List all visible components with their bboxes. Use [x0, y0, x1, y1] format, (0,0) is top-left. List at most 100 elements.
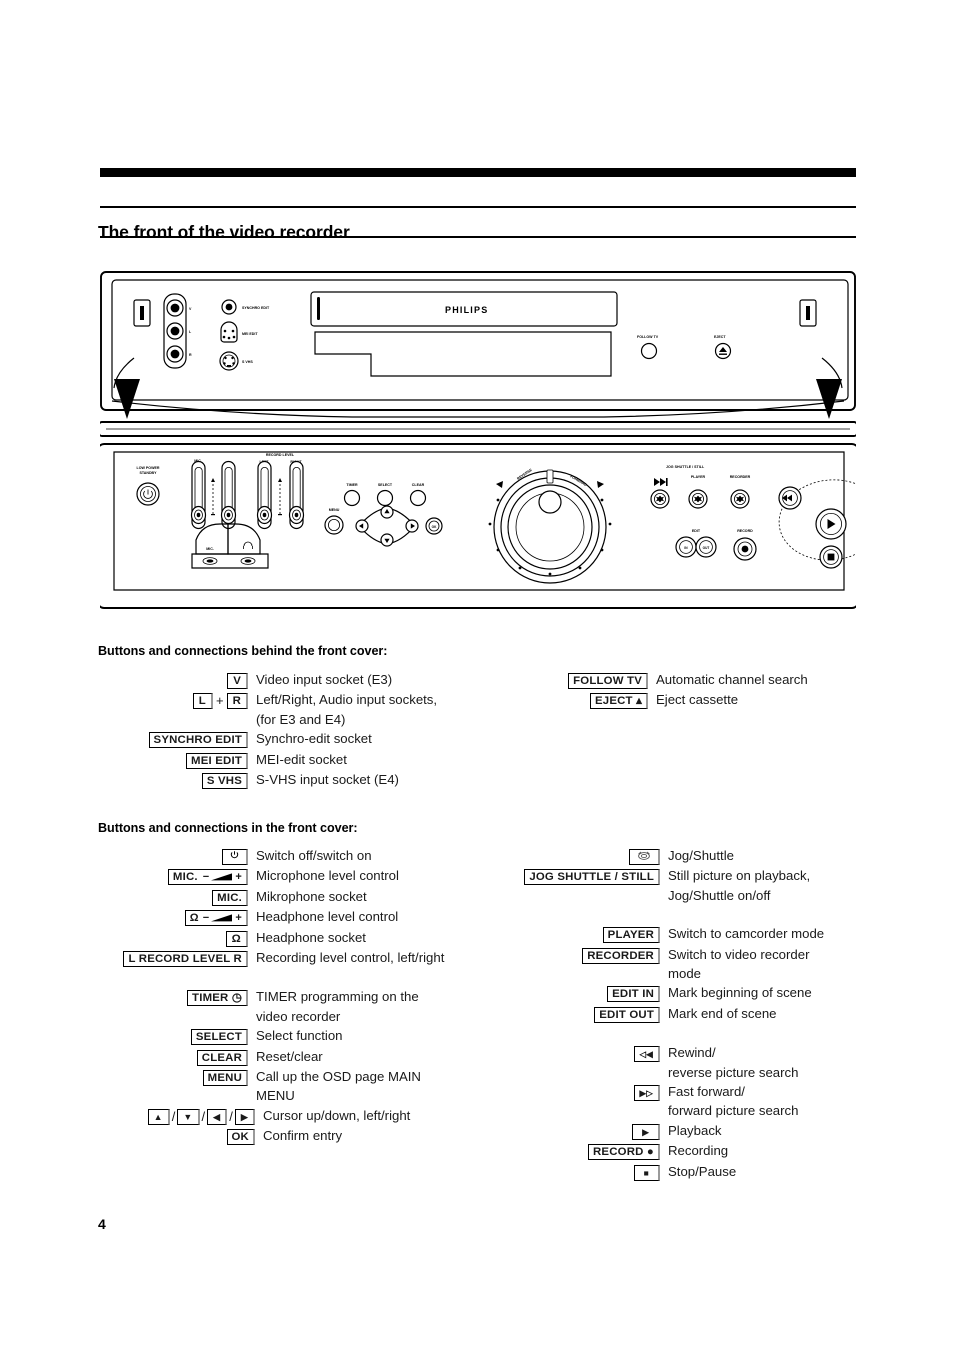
legend-row: MENU Call up the OSD page MAIN MENU — [90, 1067, 500, 1106]
svg-text:MENU: MENU — [329, 508, 340, 512]
legend-key: CLEAR — [90, 1047, 248, 1067]
cap-headphone-socket[interactable]: Ω — [225, 930, 248, 947]
legend-desc: Mark beginning of scene — [668, 985, 812, 1001]
legend-row: ▲ / ▼ / ◀ / ▶ Cursor up/down, left/right — [90, 1106, 500, 1126]
legend-key: MIC. − + — [90, 866, 248, 886]
headphone-icon: Ω — [189, 912, 199, 925]
jog-shuttle-icon[interactable] — [629, 849, 660, 865]
diagram-bottom-unit: LOW POWER STANDBY MIC. — [100, 443, 856, 609]
legend-key: OK — [90, 1126, 255, 1146]
cap-jog-shuttle-still[interactable]: JOG SHUTTLE / STILL — [524, 869, 660, 886]
legend-key: ■ — [500, 1162, 660, 1182]
legend-key: ◁◀ — [500, 1043, 660, 1063]
legend-key: EDIT OUT — [500, 1004, 660, 1024]
legend-key: SELECT — [90, 1026, 248, 1046]
cap-cursor-left[interactable]: ◀ — [207, 1108, 228, 1125]
svg-text:RECORDER: RECORDER — [730, 475, 751, 479]
legend-behind-right: FOLLOW TV Automatic channel search EJECT… — [540, 670, 900, 711]
cap-clear[interactable]: CLEAR — [196, 1049, 248, 1066]
cap-record-level[interactable]: L RECORD LEVEL R — [123, 951, 248, 968]
legend-row: OK Confirm entry — [90, 1126, 500, 1146]
cap-fast-forward[interactable]: ▶▷ — [633, 1085, 660, 1102]
diagram-function-buttons: TIMER SELECT CLEAR — [343, 483, 427, 507]
diagram-edit-record: EDIT IN OUT RECORD — [675, 529, 757, 561]
section-heading-behind: Buttons and connections behind the front… — [98, 644, 388, 659]
svg-text:RECORD LEVEL: RECORD LEVEL — [266, 453, 295, 457]
svg-text:TIMER: TIMER — [346, 483, 358, 487]
legend-desc: Headphone socket — [256, 929, 366, 945]
legend-row: CLEAR Reset/clear — [90, 1047, 500, 1067]
legend-key: TIMER ◷ — [90, 987, 248, 1007]
cap-separator: + — [215, 693, 224, 709]
legend-desc: Headphone level control — [256, 909, 399, 925]
cap-mic-level[interactable]: MIC. − + — [167, 869, 248, 886]
cap-synchro-edit[interactable]: SYNCHRO EDIT — [148, 732, 248, 749]
cap-l[interactable]: L — [192, 693, 213, 710]
cap-cursor-up[interactable]: ▲ — [147, 1108, 170, 1125]
diagram-jog-dial: REVERSE FORWARD — [488, 468, 612, 584]
svg-text:SELECT: SELECT — [378, 483, 393, 487]
plus-sign: + — [235, 912, 242, 925]
legend-key: EDIT IN — [500, 983, 660, 1003]
legend-desc: Confirm entry — [263, 1128, 343, 1144]
legend-key: MENU — [90, 1067, 248, 1087]
legend-row: Switch off/switch on — [90, 846, 500, 866]
section-heading-in: Buttons and connections in the front cov… — [98, 821, 358, 836]
legend-row: ▶▷ Fast forward/ forward picture search — [500, 1082, 900, 1121]
cap-eject[interactable]: EJECT ▴ — [590, 693, 648, 710]
diagram-sliders: MIC. — [190, 453, 305, 530]
power-icon[interactable] — [222, 849, 248, 865]
legend-key: RECORD ● — [500, 1141, 660, 1161]
diagram-top-unit: V L R SYNCHRO EDIT MEI EDIT S VHS PHILIP… — [100, 271, 856, 418]
legend-key: EJECT ▴ — [540, 690, 648, 710]
svg-text:MIC.: MIC. — [206, 547, 214, 551]
cap-player[interactable]: PLAYER — [602, 927, 660, 944]
legend-row: MEI EDIT MEI-edit socket — [98, 750, 498, 770]
cap-ok[interactable]: OK — [226, 1129, 255, 1146]
cap-headphone-level[interactable]: Ω − + — [184, 910, 248, 927]
cap-timer[interactable]: TIMER ◷ — [187, 990, 248, 1007]
legend-desc: Call up the OSD page MAIN MENU — [256, 1069, 421, 1104]
legend-desc: Recording — [668, 1143, 729, 1159]
legend-key: V — [98, 670, 248, 690]
cap-v[interactable]: V — [227, 673, 248, 689]
cap-cursor-down[interactable]: ▼ — [177, 1108, 200, 1125]
cap-s-vhs[interactable]: S VHS — [201, 773, 248, 790]
legend-row: RECORD ● Recording — [500, 1141, 900, 1161]
cap-cursor-right[interactable]: ▶ — [234, 1108, 255, 1125]
legend-row: V Video input socket (E3) — [98, 670, 498, 690]
legend-key: L + R — [98, 690, 248, 710]
header-rule-thick — [100, 168, 856, 177]
cap-separator: / — [229, 1108, 233, 1124]
legend-row: JOG SHUTTLE / STILL Still picture on pla… — [500, 866, 900, 905]
cap-stop-pause[interactable]: ■ — [633, 1164, 660, 1181]
legend-desc: S-VHS input socket (E4) — [256, 772, 399, 788]
legend-row: EJECT ▴ Eject cassette — [540, 690, 900, 710]
svg-text:L: L — [189, 330, 192, 334]
legend-key: Ω — [90, 928, 248, 948]
legend-desc: Reset/clear — [256, 1048, 323, 1064]
svg-text:FORWARD: FORWARD — [570, 474, 588, 487]
legend-desc: Switch to camcorder mode — [668, 926, 825, 942]
cap-mei-edit[interactable]: MEI EDIT — [186, 752, 248, 769]
cap-recorder[interactable]: RECORDER — [582, 947, 660, 964]
legend-row: EDIT OUT Mark end of scene — [500, 1004, 900, 1024]
cap-rewind[interactable]: ◁◀ — [633, 1046, 660, 1063]
cap-menu[interactable]: MENU — [202, 1070, 248, 1087]
cap-mic-socket[interactable]: MIC. — [212, 889, 248, 906]
legend-desc: Switch off/switch on — [256, 848, 372, 863]
svg-text:EJECT: EJECT — [714, 335, 726, 339]
legend-row: L + R Left/Right, Audio input sockets, (fo… — [98, 690, 498, 729]
legend-row: MIC. Mikrophone socket — [90, 887, 500, 907]
cap-record[interactable]: RECORD ● — [587, 1144, 660, 1161]
cap-r[interactable]: R — [226, 693, 248, 710]
cap-edit-out[interactable]: EDIT OUT — [594, 1006, 660, 1023]
cap-select[interactable]: SELECT — [190, 1029, 248, 1046]
cap-playback[interactable]: ▶ — [632, 1123, 660, 1140]
cap-separator: / — [171, 1108, 176, 1124]
cap-follow-tv[interactable]: FOLLOW TV — [568, 673, 648, 689]
legend-desc: Switch to video recorder mode — [668, 946, 810, 982]
level-wedge-icon — [211, 873, 233, 881]
cap-edit-in[interactable]: EDIT IN — [607, 986, 660, 1003]
legend-key: RECORDER — [500, 945, 660, 965]
